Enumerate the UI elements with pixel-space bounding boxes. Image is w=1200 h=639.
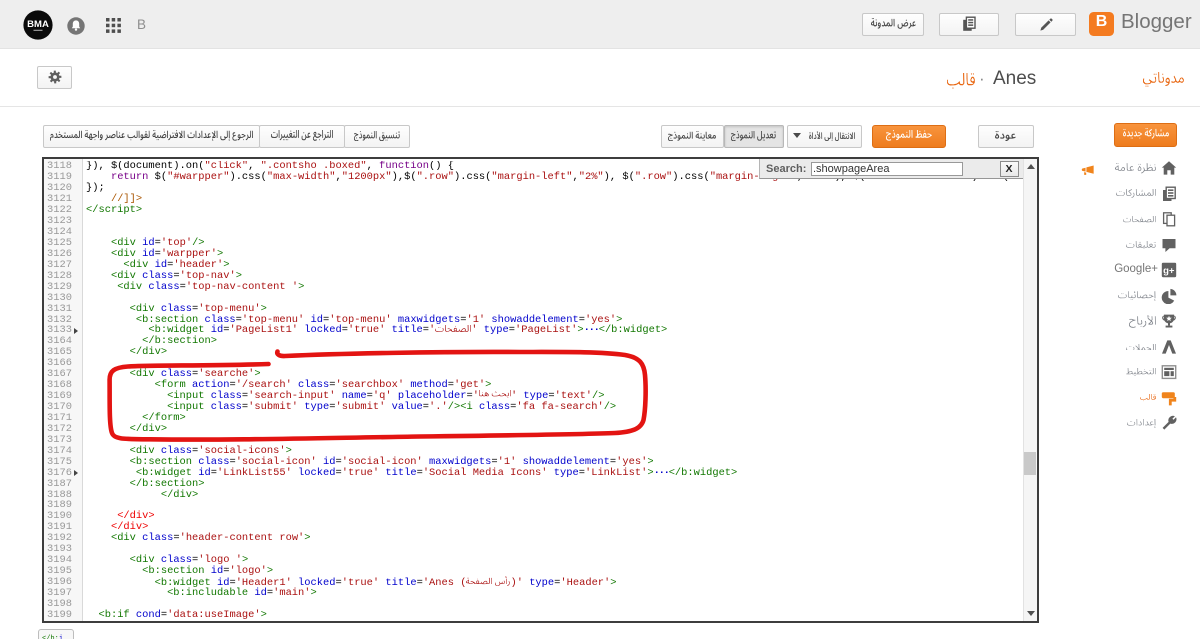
- svg-text:g+: g+: [1163, 265, 1175, 276]
- svg-text:BMA: BMA: [27, 19, 49, 30]
